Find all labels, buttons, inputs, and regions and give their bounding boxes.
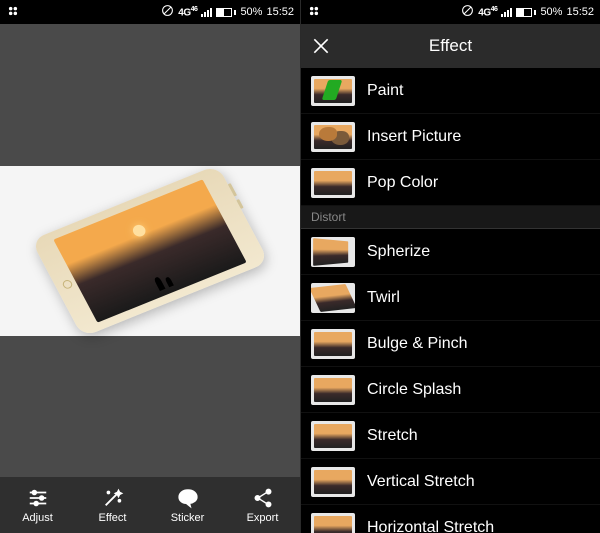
effect-item-vertical-stretch[interactable]: Vertical Stretch bbox=[301, 459, 600, 505]
no-sim-icon bbox=[461, 4, 474, 20]
signal-icon bbox=[201, 7, 212, 17]
effect-thumb bbox=[311, 76, 355, 106]
battery-icon bbox=[216, 8, 236, 17]
effect-label: Stretch bbox=[367, 427, 418, 445]
status-bar: 4G46 50% 15:52 bbox=[0, 0, 300, 24]
effect-thumb bbox=[311, 513, 355, 533]
close-icon bbox=[311, 36, 331, 56]
effect-label: Pop Color bbox=[367, 174, 438, 192]
effect-item-insert-picture[interactable]: Insert Picture bbox=[301, 114, 600, 160]
preview-canvas[interactable] bbox=[0, 24, 300, 477]
toolbar-label: Sticker bbox=[171, 512, 205, 524]
effect-label: Twirl bbox=[367, 289, 400, 307]
effect-thumb bbox=[311, 168, 355, 198]
battery-icon bbox=[516, 8, 536, 17]
effect-item-paint[interactable]: Paint bbox=[301, 68, 600, 114]
effect-thumb bbox=[311, 329, 355, 359]
effect-label: Spherize bbox=[367, 243, 430, 261]
editor-pane: 4G46 50% 15:52 Adjust Effect Sticker bbox=[0, 0, 300, 533]
effect-header: Effect bbox=[301, 24, 600, 68]
effect-title: Effect bbox=[301, 36, 600, 56]
effect-thumb bbox=[311, 375, 355, 405]
battery-percent: 50% bbox=[240, 6, 262, 18]
effect-item-spherize[interactable]: Spherize bbox=[301, 229, 600, 275]
effect-label: Bulge & Pinch bbox=[367, 335, 468, 353]
effect-item-circle-splash[interactable]: Circle Splash bbox=[301, 367, 600, 413]
effect-item-twirl[interactable]: Twirl bbox=[301, 275, 600, 321]
toolbar-label: Adjust bbox=[22, 512, 53, 524]
effect-thumb bbox=[311, 467, 355, 497]
effect-label: Paint bbox=[367, 82, 403, 100]
effect-item-stretch[interactable]: Stretch bbox=[301, 413, 600, 459]
effect-thumb bbox=[311, 283, 355, 313]
effect-label: Vertical Stretch bbox=[367, 473, 475, 491]
network-type: 4G46 bbox=[178, 6, 197, 18]
effect-label: Insert Picture bbox=[367, 128, 461, 146]
effect-pane: 4G46 50% 15:52 Effect Paint Insert Pictu… bbox=[300, 0, 600, 533]
effect-list[interactable]: Paint Insert Picture Pop Color Distort S… bbox=[301, 68, 600, 533]
clock: 15:52 bbox=[266, 6, 294, 18]
bottom-toolbar: Adjust Effect Sticker Export bbox=[0, 477, 300, 533]
sliders-icon bbox=[27, 487, 49, 509]
toolbar-label: Export bbox=[247, 512, 279, 524]
effect-label: Circle Splash bbox=[367, 381, 461, 399]
network-type: 4G46 bbox=[478, 6, 497, 18]
section-header-distort: Distort bbox=[301, 206, 600, 229]
speech-icon bbox=[177, 487, 199, 509]
bbm-icon bbox=[307, 4, 321, 21]
effect-label: Horizontal Stretch bbox=[367, 519, 494, 533]
preview-image bbox=[0, 166, 300, 336]
sticker-button[interactable]: Sticker bbox=[150, 477, 225, 533]
effect-thumb bbox=[311, 122, 355, 152]
export-button[interactable]: Export bbox=[225, 477, 300, 533]
share-icon bbox=[252, 487, 274, 509]
effect-thumb bbox=[311, 421, 355, 451]
effect-thumb bbox=[311, 237, 355, 267]
effect-item-horizontal-stretch[interactable]: Horizontal Stretch bbox=[301, 505, 600, 533]
wand-icon bbox=[102, 487, 124, 509]
effect-item-bulge-pinch[interactable]: Bulge & Pinch bbox=[301, 321, 600, 367]
clock: 15:52 bbox=[566, 6, 594, 18]
status-bar: 4G46 50% 15:52 bbox=[301, 0, 600, 24]
bbm-icon bbox=[6, 4, 20, 21]
no-sim-icon bbox=[161, 4, 174, 20]
effect-item-pop-color[interactable]: Pop Color bbox=[301, 160, 600, 206]
adjust-button[interactable]: Adjust bbox=[0, 477, 75, 533]
battery-percent: 50% bbox=[540, 6, 562, 18]
effect-button[interactable]: Effect bbox=[75, 477, 150, 533]
close-button[interactable] bbox=[311, 36, 331, 56]
toolbar-label: Effect bbox=[99, 512, 127, 524]
signal-icon bbox=[501, 7, 512, 17]
